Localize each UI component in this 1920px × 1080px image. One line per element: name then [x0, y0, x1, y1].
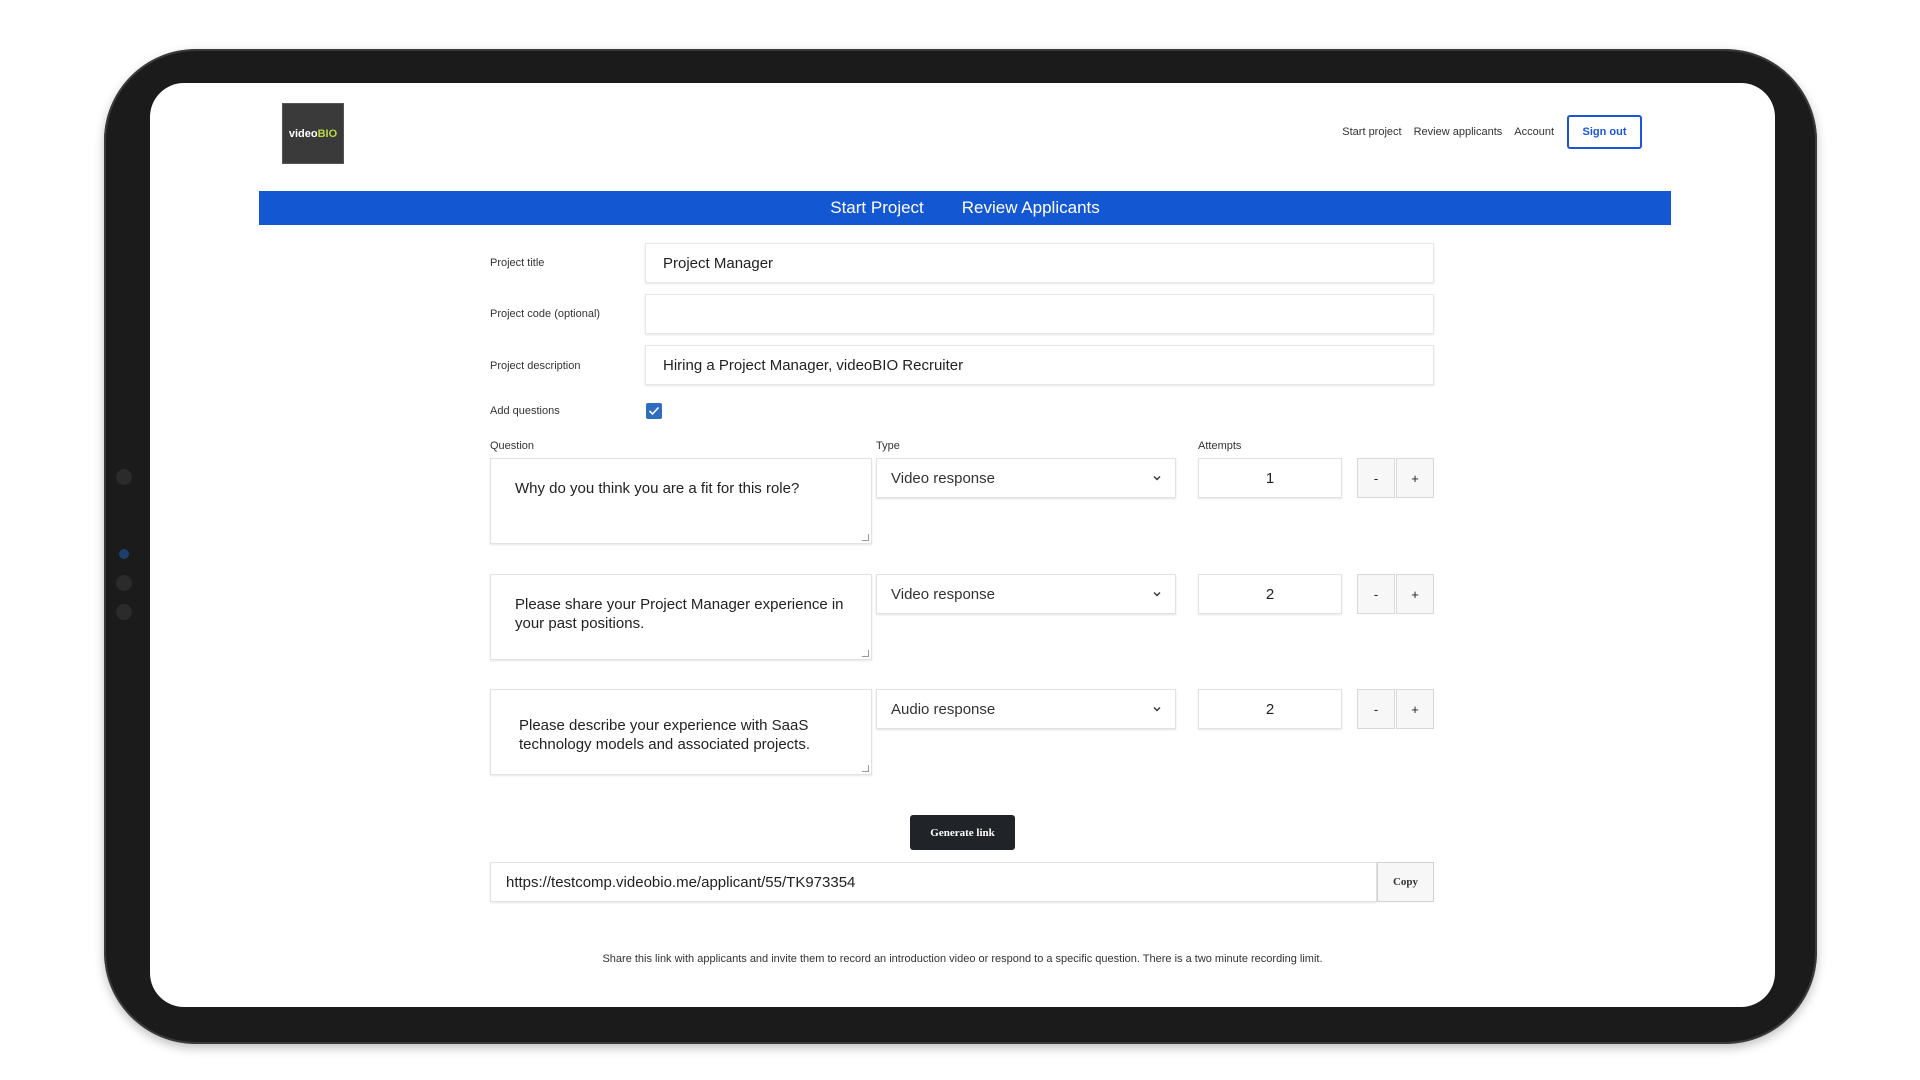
app-screen: video BIO Start project Review applicants… — [150, 83, 1775, 1007]
attempts-increment-button-1[interactable]: + — [1396, 458, 1434, 498]
side-button — [116, 604, 132, 620]
top-navigation: Start project Review applicants Account … — [1330, 115, 1642, 149]
attempts-increment-button-3[interactable]: + — [1396, 689, 1434, 729]
type-select-1[interactable]: Video response — [876, 458, 1176, 498]
generate-link-button[interactable]: Generate link — [910, 815, 1015, 850]
attempts-decrement-button-3[interactable]: - — [1357, 689, 1395, 729]
add-questions-label: Add questions — [490, 405, 560, 417]
copy-link-button[interactable]: Copy — [1377, 862, 1434, 902]
project-description-input[interactable]: Hiring a Project Manager, videoBIO Recru… — [645, 345, 1434, 385]
question-text-2: Please share your Project Manager experi… — [515, 596, 844, 632]
tablet-frame: video BIO Start project Review applicants… — [104, 49, 1817, 1044]
add-questions-checkbox[interactable] — [646, 403, 662, 419]
type-select-value-3: Audio response — [891, 700, 996, 718]
resize-grip-icon[interactable] — [862, 534, 869, 541]
type-column-header: Type — [876, 440, 900, 452]
question-textarea-1[interactable]: Why do you think you are a fit for this … — [490, 458, 872, 544]
checkmark-icon — [648, 406, 660, 416]
chevron-down-icon — [1153, 707, 1161, 712]
type-select-3[interactable]: Audio response — [876, 689, 1176, 729]
attempts-increment-button-2[interactable]: + — [1396, 574, 1434, 614]
logo-text: video — [288, 127, 318, 140]
question-textarea-3[interactable]: Please describe your experience with Saa… — [490, 689, 872, 775]
side-button — [116, 469, 132, 485]
question-text-3: Please describe your experience with Saa… — [519, 717, 811, 753]
question-column-header: Question — [490, 440, 535, 452]
project-code-input[interactable] — [645, 294, 1434, 334]
tab-bar: Start Project Review Applicants — [259, 191, 1671, 225]
resize-grip-icon[interactable] — [862, 650, 869, 657]
attempts-column-header: Attempts — [1198, 440, 1242, 452]
logo-accent-text: BIO — [317, 127, 338, 140]
attempts-value-3[interactable]: 2 — [1198, 689, 1342, 729]
question-textarea-2[interactable]: Please share your Project Manager experi… — [490, 574, 872, 660]
project-title-label: Project title — [490, 257, 545, 269]
chevron-down-icon — [1153, 476, 1161, 481]
attempts-decrement-button-2[interactable]: - — [1357, 574, 1395, 614]
attempts-value-1[interactable]: 1 — [1198, 458, 1342, 498]
tab-start-project[interactable]: Start Project — [830, 198, 924, 218]
side-indicator — [119, 549, 129, 559]
type-select-2[interactable]: Video response — [876, 574, 1176, 614]
attempts-value-2[interactable]: 2 — [1198, 574, 1342, 614]
attempts-decrement-button-1[interactable]: - — [1357, 458, 1395, 498]
nav-account[interactable]: Account — [1514, 126, 1554, 138]
side-button — [116, 575, 132, 591]
chevron-down-icon — [1153, 592, 1161, 597]
sign-out-button[interactable]: Sign out — [1567, 115, 1642, 149]
type-select-value-2: Video response — [891, 585, 995, 603]
videobio-logo[interactable]: video BIO — [282, 103, 344, 164]
type-select-value-1: Video response — [891, 469, 995, 487]
resize-grip-icon[interactable] — [862, 765, 869, 772]
applicant-link-input[interactable]: https://testcomp.videobio.me/applicant/5… — [490, 862, 1377, 902]
project-title-input[interactable]: Project Manager — [645, 243, 1434, 283]
nav-start-project[interactable]: Start project — [1342, 126, 1401, 138]
footer-note: Share this link with applicants and invi… — [602, 953, 1323, 965]
question-text-1: Why do you think you are a fit for this … — [515, 480, 800, 497]
tab-review-applicants[interactable]: Review Applicants — [962, 198, 1100, 218]
nav-review-applicants[interactable]: Review applicants — [1414, 126, 1503, 138]
project-code-label: Project code (optional) — [490, 308, 601, 320]
project-description-label: Project description — [490, 360, 581, 372]
